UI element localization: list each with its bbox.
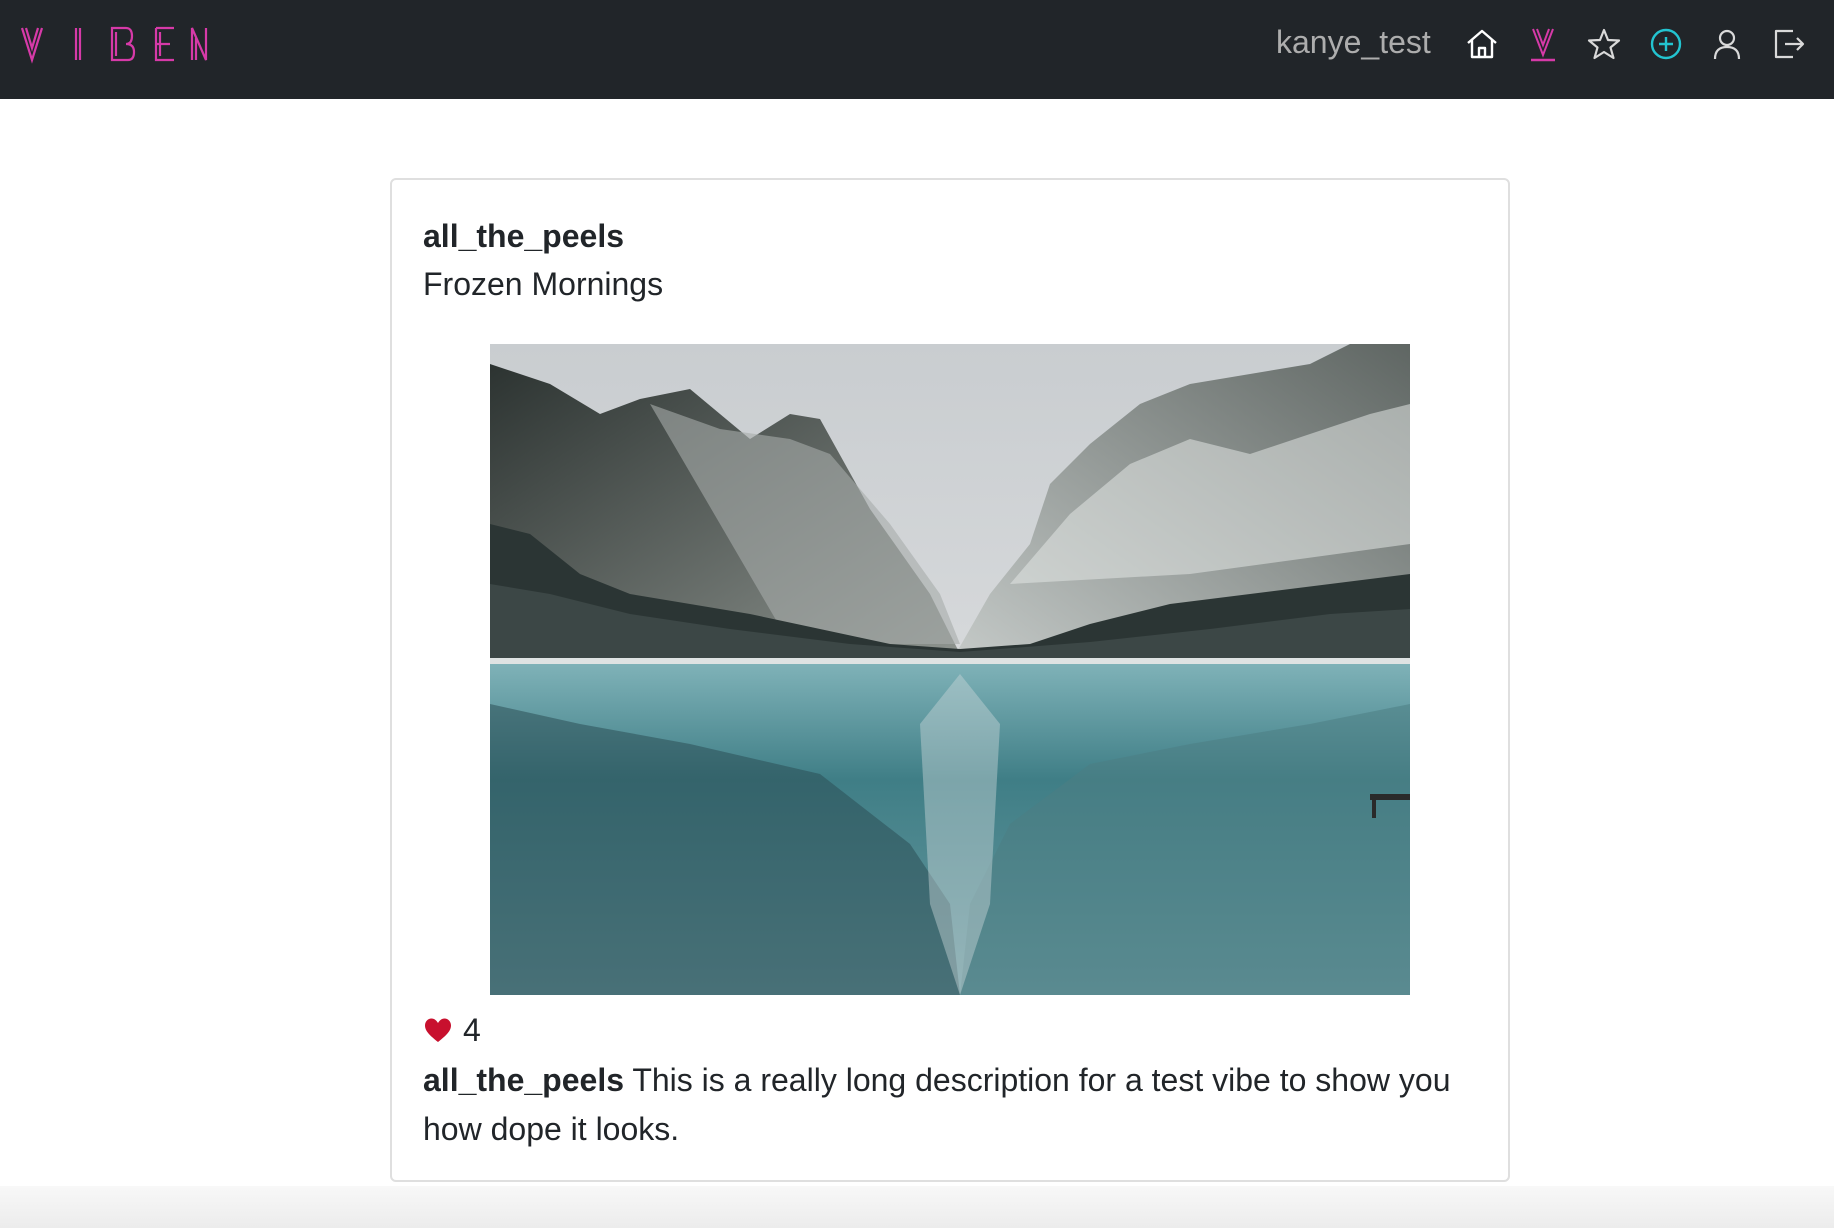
heart-icon[interactable]	[423, 1015, 453, 1045]
likes-row: 4	[423, 1010, 481, 1050]
post-title: Frozen Mornings	[423, 266, 664, 302]
post-caption: all_the_peels This is a really long desc…	[423, 1056, 1463, 1154]
mountain-lake-image	[490, 344, 1410, 995]
like-count: 4	[463, 1011, 481, 1048]
star-icon[interactable]	[1586, 26, 1622, 62]
top-navbar: kanye_test	[0, 0, 1834, 99]
post-author[interactable]: all_the_peels	[423, 218, 624, 255]
vibes-v-icon[interactable]	[1525, 26, 1561, 62]
post-photo	[490, 344, 1410, 995]
logout-icon[interactable]	[1771, 26, 1807, 62]
home-icon[interactable]	[1464, 26, 1500, 62]
bottom-bar	[0, 1186, 1834, 1228]
viben-logo-icon	[20, 26, 208, 64]
caption-author[interactable]: all_the_peels	[423, 1062, 624, 1098]
post-card: all_the_peels Frozen Mornings 4 all_the_…	[390, 178, 1510, 1182]
username-link[interactable]: kanye_test	[1276, 24, 1431, 61]
brand-logo[interactable]	[20, 24, 210, 64]
user-icon[interactable]	[1709, 26, 1745, 62]
plus-circle-icon[interactable]	[1648, 26, 1684, 62]
